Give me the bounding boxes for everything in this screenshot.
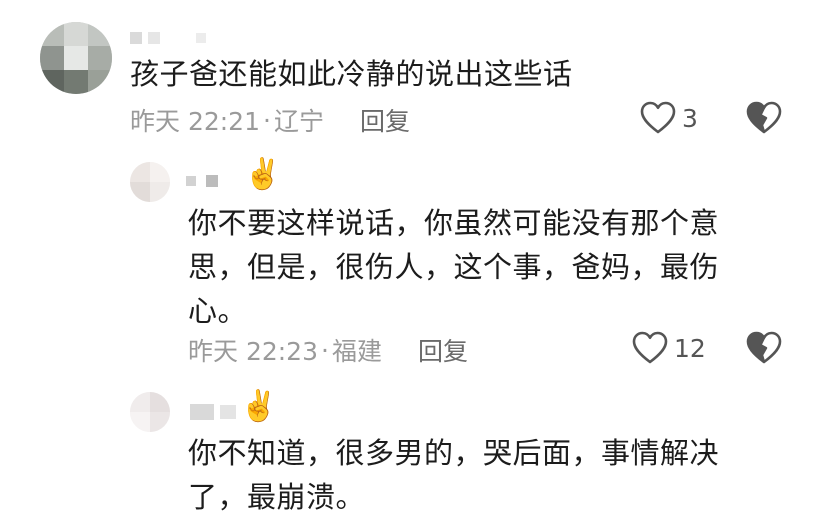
broken-heart-icon bbox=[746, 331, 782, 365]
username-masked[interactable] bbox=[186, 175, 218, 187]
like-count: 3 bbox=[682, 103, 698, 133]
meta-separator: · bbox=[263, 105, 271, 135]
comment-location: 福建 bbox=[331, 337, 382, 366]
comment-time: 昨天 22:21 bbox=[130, 107, 260, 136]
broken-heart-icon bbox=[746, 101, 782, 135]
comment-text: 你不知道，很多男的，哭后面，事情解决了，最崩溃。 bbox=[188, 436, 720, 514]
avatar[interactable] bbox=[40, 22, 112, 94]
comment-text: 孩子爸还能如此冷静的说出这些话 bbox=[130, 57, 573, 91]
comment-text: 你不要这样说话，你虽然可能没有那个意思，但是，很伤人，这个事，爸妈，最伤心。 bbox=[188, 206, 720, 328]
dislike-button[interactable] bbox=[746, 101, 782, 135]
victory-hand-badge: ✌️ bbox=[240, 389, 278, 424]
username-masked[interactable] bbox=[190, 404, 236, 420]
like-button[interactable]: 12 bbox=[632, 331, 706, 365]
comment-location: 辽宁 bbox=[273, 107, 324, 136]
dislike-button[interactable] bbox=[746, 331, 782, 365]
reply-button[interactable]: 回复 bbox=[418, 332, 468, 368]
heart-outline-icon bbox=[632, 331, 668, 365]
heart-outline-icon bbox=[640, 101, 676, 135]
avatar[interactable] bbox=[130, 162, 170, 202]
username-masked[interactable] bbox=[130, 32, 206, 44]
comment-time: 昨天 22:23 bbox=[188, 337, 318, 366]
like-count: 12 bbox=[674, 333, 706, 363]
comment-meta: 昨天 22:23 · 福建 回复 bbox=[188, 330, 468, 370]
comment-meta: 昨天 22:21 · 辽宁 回复 bbox=[130, 100, 410, 140]
victory-hand-badge: ✌️ bbox=[244, 157, 282, 192]
avatar[interactable] bbox=[130, 392, 170, 432]
like-button[interactable]: 3 bbox=[640, 101, 698, 135]
meta-separator: · bbox=[321, 335, 329, 365]
reply-button[interactable]: 回复 bbox=[360, 102, 410, 138]
